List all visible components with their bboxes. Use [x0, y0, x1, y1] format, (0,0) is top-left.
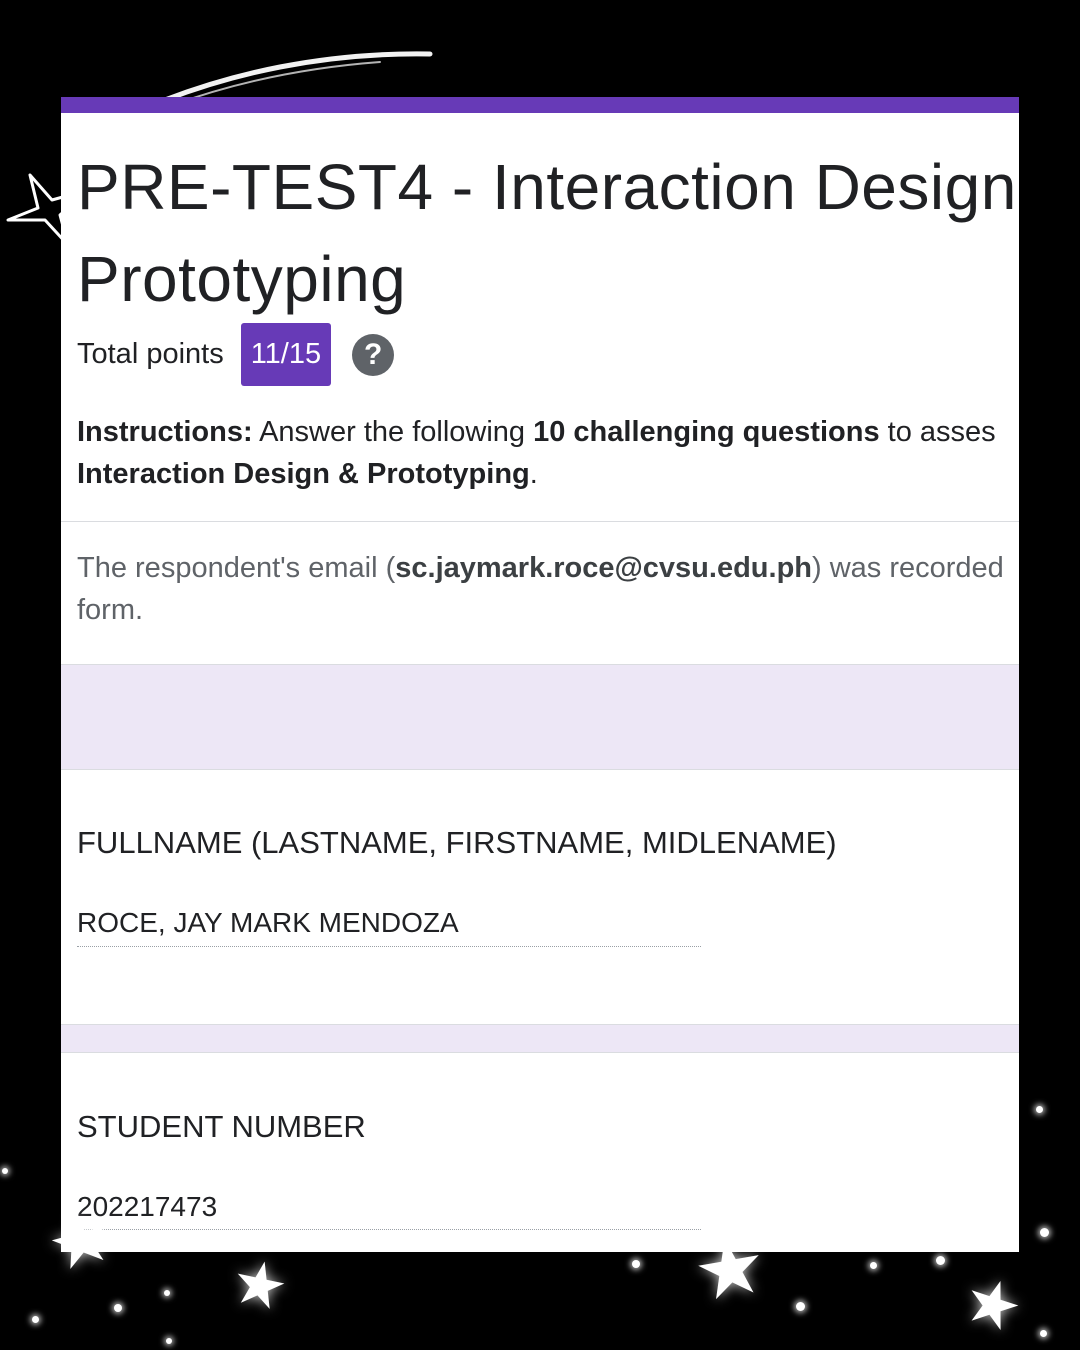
- instructions-text2: to asses: [879, 416, 996, 448]
- sparkle-dot: [2, 1168, 8, 1174]
- question-separator-band: [61, 1024, 1019, 1053]
- sparkle-dot: [114, 1304, 122, 1312]
- header-divider: [61, 521, 1019, 522]
- instructions-line1: Instructions: Answer the following 10 ch…: [77, 411, 1019, 453]
- star-decoration-icon: ★: [225, 1243, 295, 1326]
- form-title-line1: PRE-TEST4 - Interaction Design: [77, 151, 1017, 223]
- instructions-line2-bold: Interaction Design & Prototyping: [77, 458, 530, 490]
- form-instructions: Instructions: Answer the following 10 ch…: [77, 411, 1019, 495]
- email-note-prefix: The respondent's email (: [77, 552, 396, 584]
- email-note-line1: The respondent's email (sc.jaymark.roce@…: [77, 547, 1019, 589]
- sparkle-dot: [166, 1338, 172, 1344]
- email-note-suffix: ) was recorded: [812, 552, 1004, 584]
- stage: PRE-TEST4 - Interaction Design Prototypi…: [0, 0, 1080, 1350]
- section-band: [61, 664, 1019, 770]
- sparkle-dot: [1040, 1228, 1049, 1237]
- form-card: PRE-TEST4 - Interaction Design Prototypi…: [61, 97, 1019, 1252]
- sparkle-dot: [164, 1290, 170, 1296]
- instructions-text1: Answer the following: [252, 416, 534, 448]
- answer-underline-student-number: [77, 1229, 701, 1230]
- sparkle-dot: [936, 1256, 945, 1265]
- instructions-line2: Interaction Design & Prototyping.: [77, 453, 1019, 495]
- question-title-student-number: STUDENT NUMBER: [77, 1109, 366, 1144]
- question-title-fullname: FULLNAME (LASTNAME, FIRSTNAME, MIDLENAME…: [77, 825, 837, 860]
- total-points-row: Total points 11/15 ?: [77, 323, 395, 386]
- sparkle-dot: [632, 1260, 640, 1268]
- total-points-badge: 11/15: [240, 323, 332, 386]
- answer-underline-fullname: [77, 946, 701, 947]
- instructions-line2-end: .: [529, 458, 538, 490]
- card-accent-bar: [61, 97, 1019, 113]
- email-note-line2: form.: [77, 594, 144, 626]
- sparkle-dot: [870, 1262, 877, 1269]
- total-points-label: Total points: [77, 338, 224, 370]
- respondent-email: sc.jaymark.roce@cvsu.edu.ph: [395, 552, 812, 584]
- form-title: PRE-TEST4 - Interaction Design Prototypi…: [77, 141, 1019, 325]
- star-decoration-icon: ★: [953, 1260, 1032, 1350]
- email-recorded-note: The respondent's email (sc.jaymark.roce@…: [77, 547, 1019, 631]
- help-icon[interactable]: ?: [352, 333, 395, 376]
- sparkle-dot: [32, 1316, 39, 1323]
- form-title-line2: Prototyping: [77, 243, 407, 315]
- sparkle-dot: [796, 1302, 805, 1311]
- instructions-highlight: 10 challenging questions: [533, 416, 880, 448]
- star-decoration-icon: ★: [686, 1216, 774, 1321]
- answer-fullname: ROCE, JAY MARK MENDOZA: [77, 907, 459, 938]
- sparkle-dot: [1036, 1106, 1043, 1113]
- instructions-prefix: Instructions:: [77, 416, 253, 448]
- sparkle-dot: [1040, 1330, 1047, 1337]
